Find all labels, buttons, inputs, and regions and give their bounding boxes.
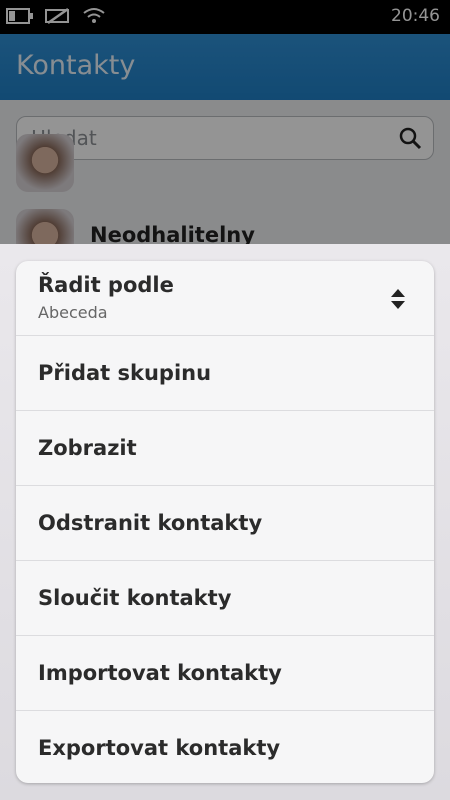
menu-item-label: Sloučit kontakty xyxy=(38,586,232,610)
menu-item-label: Zobrazit xyxy=(38,436,137,460)
menu-item-label: Přidat skupinu xyxy=(38,361,212,385)
menu-item-label: Odstranit kontakty xyxy=(38,511,263,535)
menu-item-label: Importovat kontakty xyxy=(38,661,282,685)
import-contacts-item[interactable]: Importovat kontakty xyxy=(16,636,434,711)
delete-contacts-item[interactable]: Odstranit kontakty xyxy=(16,486,434,561)
sort-by-value: Abeceda xyxy=(38,303,108,322)
add-group-item[interactable]: Přidat skupinu xyxy=(16,336,434,411)
sort-by-option[interactable]: Řadit podle Abeceda xyxy=(16,261,434,336)
sort-by-label: Řadit podle xyxy=(38,273,174,297)
menu-item-label: Exportovat kontakty xyxy=(38,736,281,760)
options-menu: Řadit podle Abeceda Přidat skupinu Zobra… xyxy=(16,261,434,783)
merge-contacts-item[interactable]: Sloučit kontakty xyxy=(16,561,434,636)
export-contacts-item[interactable]: Exportovat kontakty xyxy=(16,711,434,783)
updown-arrows-icon xyxy=(391,289,405,309)
show-item[interactable]: Zobrazit xyxy=(16,411,434,486)
